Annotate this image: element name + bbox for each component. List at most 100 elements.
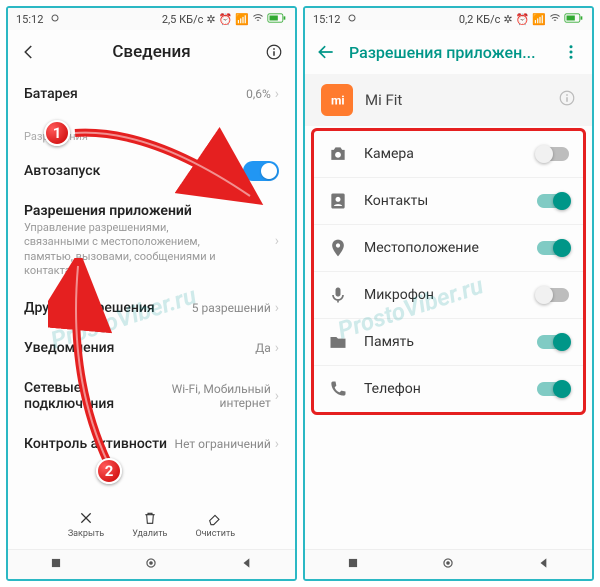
back-button[interactable] [315, 41, 337, 63]
perm-row-storage[interactable]: Память [314, 319, 583, 366]
trash-icon [141, 509, 159, 527]
chevron-right-icon: › [275, 300, 279, 316]
app-perm-label: Разрешения приложений [24, 203, 224, 219]
status-net: 0,2 КБ/с [459, 13, 501, 26]
row-autostart[interactable]: Автозапуск [24, 149, 279, 193]
back-button[interactable] [18, 41, 40, 63]
row-battery[interactable]: Батарея 0,6% › [24, 74, 279, 114]
alarm-icon: ⏰ [219, 13, 233, 26]
info-icon[interactable] [558, 89, 576, 111]
row-activity[interactable]: Контроль активности Нет ограничений › [24, 424, 279, 464]
battery-label: Батарея [24, 86, 78, 102]
navbar [305, 549, 592, 579]
nav-home-icon[interactable] [441, 555, 455, 574]
permissions-list: Камера Контакты Местоположение Микрофон Памя… [311, 128, 586, 415]
perm-row-contacts[interactable]: Контакты [314, 178, 583, 225]
perm-label: Местоположение [364, 240, 521, 256]
mic-icon [328, 285, 348, 305]
alarm-icon: ⏰ [516, 13, 530, 26]
camera-icon [328, 144, 348, 164]
battery-icon [564, 12, 584, 27]
action-delete[interactable]: Удалить [132, 509, 167, 539]
perm-row-camera[interactable]: Камера [314, 131, 583, 178]
status-time: 15:12 [16, 13, 43, 26]
perm-row-phone[interactable]: Телефон [314, 366, 583, 412]
nav-home-icon[interactable] [144, 555, 158, 574]
header: Разрешения приложен... [305, 30, 592, 74]
perm-label: Телефон [364, 381, 521, 397]
bottom-actions: Закрыть Удалить Очистить [8, 501, 295, 549]
other-perm-value: 5 разрешений [192, 301, 271, 315]
action-delete-label: Удалить [132, 529, 167, 539]
storage-icon [328, 332, 348, 352]
perm-label: Контакты [364, 193, 521, 209]
close-icon [77, 509, 95, 527]
phone-left: 15:12 2,5 КБ/с ✲ ⏰ 📶 Сведения [6, 6, 297, 581]
perm-toggle[interactable] [537, 335, 569, 349]
page-title: Сведения [52, 42, 251, 62]
header: Сведения [8, 30, 295, 74]
bluetooth-icon: ✲ [503, 13, 512, 26]
status-time: 15:12 [313, 13, 340, 26]
perm-label: Камера [364, 146, 521, 162]
perm-toggle[interactable] [537, 288, 569, 302]
action-clear-label: Очистить [195, 529, 235, 539]
action-close-label: Закрыть [68, 529, 104, 539]
battery-value: 0,6% [246, 87, 271, 101]
phone-icon [328, 379, 348, 399]
row-net[interactable]: Сетевые подключения Wi-Fi, Мобильный инт… [24, 368, 279, 424]
activity-value: Нет ограничений [175, 437, 271, 451]
app-perm-desc: Управление разрешениями, связанными с ме… [24, 221, 224, 278]
action-close[interactable]: Закрыть [68, 509, 104, 539]
svg-text:mi: mi [331, 94, 345, 108]
row-other-perm[interactable]: Другие разрешения 5 разрешений › [24, 288, 279, 328]
info-icon[interactable] [263, 41, 285, 63]
annotation-badge-1: 1 [44, 120, 70, 146]
nav-back-icon[interactable] [537, 555, 551, 574]
battery-icon [267, 12, 287, 27]
bluetooth-icon: ✲ [206, 13, 215, 26]
row-notifications[interactable]: Уведомления Да › [24, 328, 279, 368]
location-icon [328, 238, 348, 258]
perm-row-location[interactable]: Местоположение [314, 225, 583, 272]
nav-recent-icon[interactable] [49, 555, 63, 574]
perm-toggle[interactable] [537, 147, 569, 161]
chevron-right-icon: › [275, 86, 279, 102]
app-icon: mi [321, 84, 353, 116]
signal-icon: 📶 [235, 13, 249, 26]
app-name: Mi Fit [365, 91, 402, 109]
perm-row-mic[interactable]: Микрофон [314, 272, 583, 319]
page-title: Разрешения приложен... [349, 43, 548, 62]
wifi-icon [549, 12, 561, 27]
more-icon[interactable] [560, 41, 582, 63]
navbar [8, 549, 295, 579]
perm-toggle[interactable] [537, 382, 569, 396]
nav-back-icon[interactable] [240, 555, 254, 574]
notif-dot-icon [49, 12, 61, 27]
net-label: Сетевые подключения [24, 380, 159, 412]
activity-label: Контроль активности [24, 436, 167, 452]
net-value: Wi-Fi, Мобильный интернет [159, 382, 271, 411]
statusbar: 15:12 2,5 КБ/с ✲ ⏰ 📶 [8, 8, 295, 30]
autostart-toggle[interactable] [243, 161, 279, 181]
wifi-icon [252, 12, 264, 27]
contacts-icon [328, 191, 348, 211]
perm-toggle[interactable] [537, 194, 569, 208]
perm-label: Микрофон [364, 287, 521, 303]
chevron-right-icon: › [275, 233, 279, 249]
perm-toggle[interactable] [537, 241, 569, 255]
action-clear[interactable]: Очистить [195, 509, 235, 539]
app-header: mi Mi Fit [305, 74, 592, 126]
notif-label: Уведомления [24, 340, 114, 356]
signal-icon: 📶 [532, 13, 546, 26]
chevron-right-icon: › [275, 340, 279, 356]
notif-value: Да [255, 341, 271, 355]
nav-recent-icon[interactable] [346, 555, 360, 574]
autostart-label: Автозапуск [24, 163, 100, 179]
eraser-icon [206, 509, 224, 527]
perm-label: Память [364, 334, 521, 350]
chevron-right-icon: › [275, 388, 279, 405]
statusbar: 15:12 0,2 КБ/с ✲ ⏰ 📶 [305, 8, 592, 30]
row-app-permissions[interactable]: Разрешения приложений Управление разреше… [24, 193, 279, 288]
notif-dot-icon [346, 12, 358, 27]
